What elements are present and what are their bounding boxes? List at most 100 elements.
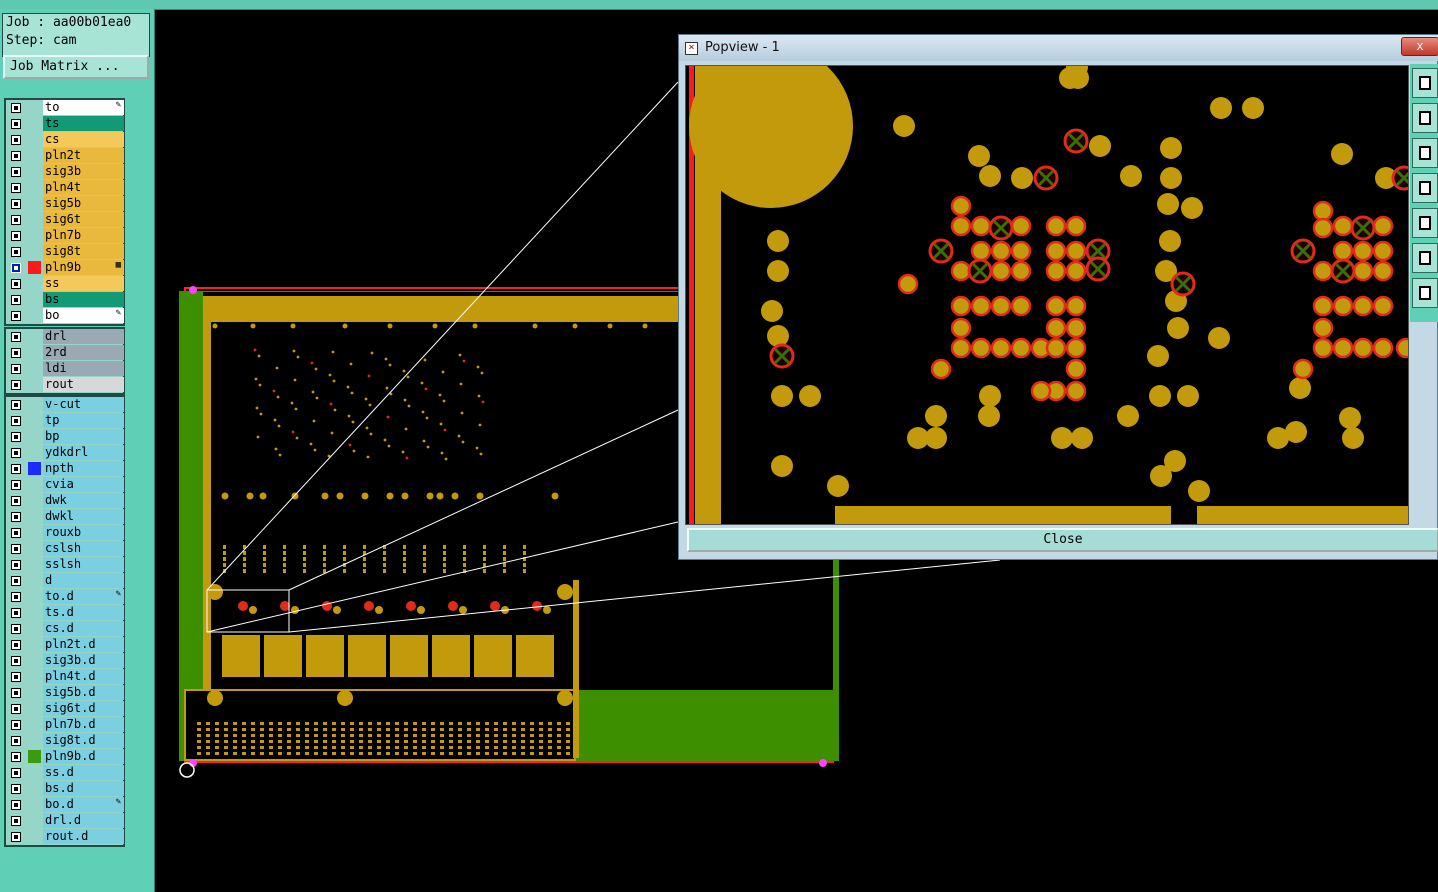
layer-checkbox[interactable] <box>11 380 21 390</box>
layer-name[interactable]: ts <box>43 116 124 131</box>
layer-name[interactable]: dwkl <box>43 509 124 524</box>
layer-name[interactable]: ldi <box>43 361 124 376</box>
layer-checkbox[interactable] <box>11 151 21 161</box>
layer-row-pln9b[interactable]: pln9b ▦ <box>6 260 124 276</box>
layer-row-ydkdrl[interactable]: ydkdrl <box>6 445 124 461</box>
layer-name[interactable]: to.d <box>43 589 124 604</box>
layer-checkbox[interactable] <box>11 183 21 193</box>
layer-checkbox[interactable] <box>11 215 21 225</box>
layer-checkbox[interactable] <box>11 800 21 810</box>
layer-name[interactable]: drl <box>43 329 124 344</box>
layer-checkbox[interactable] <box>11 608 21 618</box>
layer-row-d[interactable]: d <box>6 573 124 589</box>
layer-row-ts[interactable]: ts <box>6 116 124 132</box>
pan-right-icon[interactable] <box>1412 208 1438 238</box>
layer-checkbox[interactable] <box>11 528 21 538</box>
layer-checkbox[interactable] <box>11 103 21 113</box>
layer-row-2rd[interactable]: 2rd <box>6 345 124 361</box>
layer-row-pln2t.d[interactable]: pln2t.d <box>6 637 124 653</box>
layer-checkbox[interactable] <box>11 688 21 698</box>
layer-name[interactable]: bo.d <box>43 797 124 812</box>
layer-name[interactable]: pln7b <box>43 228 124 243</box>
layer-name[interactable]: bp <box>43 429 124 444</box>
layer-row-bo[interactable]: bo ✎ <box>6 308 124 324</box>
pan-up-icon[interactable] <box>1412 103 1438 133</box>
layer-row-ss[interactable]: ss <box>6 276 124 292</box>
layer-name[interactable]: npth <box>43 461 124 476</box>
layer-checkbox[interactable] <box>11 720 21 730</box>
popview-close-button[interactable]: Close <box>687 528 1438 552</box>
layer-checkbox[interactable] <box>11 263 21 273</box>
zoom-window-icon[interactable] <box>1412 68 1438 98</box>
layer-row-cs[interactable]: cs <box>6 132 124 148</box>
pan-down-icon[interactable] <box>1412 138 1438 168</box>
layer-name[interactable]: rout.d <box>43 829 124 844</box>
layer-row-cvia[interactable]: cvia <box>6 477 124 493</box>
layer-row-sig6t.d[interactable]: sig6t.d <box>6 701 124 717</box>
layer-checkbox[interactable] <box>11 832 21 842</box>
layer-name[interactable]: sig3b <box>43 164 124 179</box>
layer-checkbox[interactable] <box>11 704 21 714</box>
layer-row-pln9b.d[interactable]: pln9b.d <box>6 749 124 765</box>
layer-checkbox[interactable] <box>11 167 21 177</box>
layer-row-sig8t.d[interactable]: sig8t.d <box>6 733 124 749</box>
layer-row-pln2t[interactable]: pln2t <box>6 148 124 164</box>
layer-checkbox[interactable] <box>11 640 21 650</box>
layer-row-to.d[interactable]: to.d ✎ <box>6 589 124 605</box>
layer-name[interactable]: to <box>43 100 124 115</box>
layer-name[interactable]: bo <box>43 308 124 323</box>
layer-name[interactable]: sig8t <box>43 244 124 259</box>
layer-row-ss.d[interactable]: ss.d <box>6 765 124 781</box>
layer-row-bo.d[interactable]: bo.d ✎ <box>6 797 124 813</box>
layer-checkbox[interactable] <box>11 135 21 145</box>
layer-row-npth[interactable]: npth <box>6 461 124 477</box>
layer-name[interactable]: pln7b.d <box>43 717 124 732</box>
layer-name[interactable]: pln9b <box>43 260 124 275</box>
layer-name[interactable]: ts.d <box>43 605 124 620</box>
layer-checkbox[interactable] <box>11 464 21 474</box>
popview-zoom-canvas[interactable] <box>685 65 1409 525</box>
layer-checkbox[interactable] <box>11 199 21 209</box>
layer-row-v-cut[interactable]: v-cut <box>6 397 124 413</box>
layer-name[interactable]: ss <box>43 276 124 291</box>
popview-titlebar[interactable]: × Popview - 1 x <box>679 35 1438 61</box>
layer-row-drl[interactable]: drl <box>6 329 124 345</box>
layer-row-sig8t[interactable]: sig8t <box>6 244 124 260</box>
window-close-button[interactable]: x <box>1401 37 1438 56</box>
layer-row-pln7b.d[interactable]: pln7b.d <box>6 717 124 733</box>
layer-row-sig6t[interactable]: sig6t <box>6 212 124 228</box>
layer-checkbox[interactable] <box>11 332 21 342</box>
layer-name[interactable]: drl.d <box>43 813 124 828</box>
layer-name[interactable]: pln2t <box>43 148 124 163</box>
layer-checkbox[interactable] <box>11 784 21 794</box>
layer-checkbox[interactable] <box>11 576 21 586</box>
layer-checkbox[interactable] <box>11 364 21 374</box>
layer-checkbox[interactable] <box>11 432 21 442</box>
layer-checkbox[interactable] <box>11 592 21 602</box>
layer-checkbox[interactable] <box>11 672 21 682</box>
layer-name[interactable]: d <box>43 573 124 588</box>
layer-name[interactable]: cslsh <box>43 541 124 556</box>
layer-row-ldi[interactable]: ldi <box>6 361 124 377</box>
layer-checkbox[interactable] <box>11 119 21 129</box>
layer-checkbox[interactable] <box>11 736 21 746</box>
layer-row-sig3b.d[interactable]: sig3b.d <box>6 653 124 669</box>
layer-row-ts.d[interactable]: ts.d <box>6 605 124 621</box>
layer-checkbox[interactable] <box>11 480 21 490</box>
layer-row-pln4t[interactable]: pln4t <box>6 180 124 196</box>
layer-name[interactable]: cs <box>43 132 124 147</box>
layer-name[interactable]: sig3b.d <box>43 653 124 668</box>
layer-row-bs[interactable]: bs <box>6 292 124 308</box>
layer-row-rout.d[interactable]: rout.d <box>6 829 124 845</box>
layer-name[interactable]: 2rd <box>43 345 124 360</box>
layer-checkbox[interactable] <box>11 560 21 570</box>
layer-checkbox[interactable] <box>11 624 21 634</box>
layer-row-sig5b[interactable]: sig5b <box>6 196 124 212</box>
layer-name[interactable]: sig5b.d <box>43 685 124 700</box>
layer-row-pln7b[interactable]: pln7b <box>6 228 124 244</box>
layer-name[interactable]: pln4t.d <box>43 669 124 684</box>
layer-row-sig5b.d[interactable]: sig5b.d <box>6 685 124 701</box>
layer-name[interactable]: pln4t <box>43 180 124 195</box>
layer-name[interactable]: pln2t.d <box>43 637 124 652</box>
layer-row-cs.d[interactable]: cs.d <box>6 621 124 637</box>
